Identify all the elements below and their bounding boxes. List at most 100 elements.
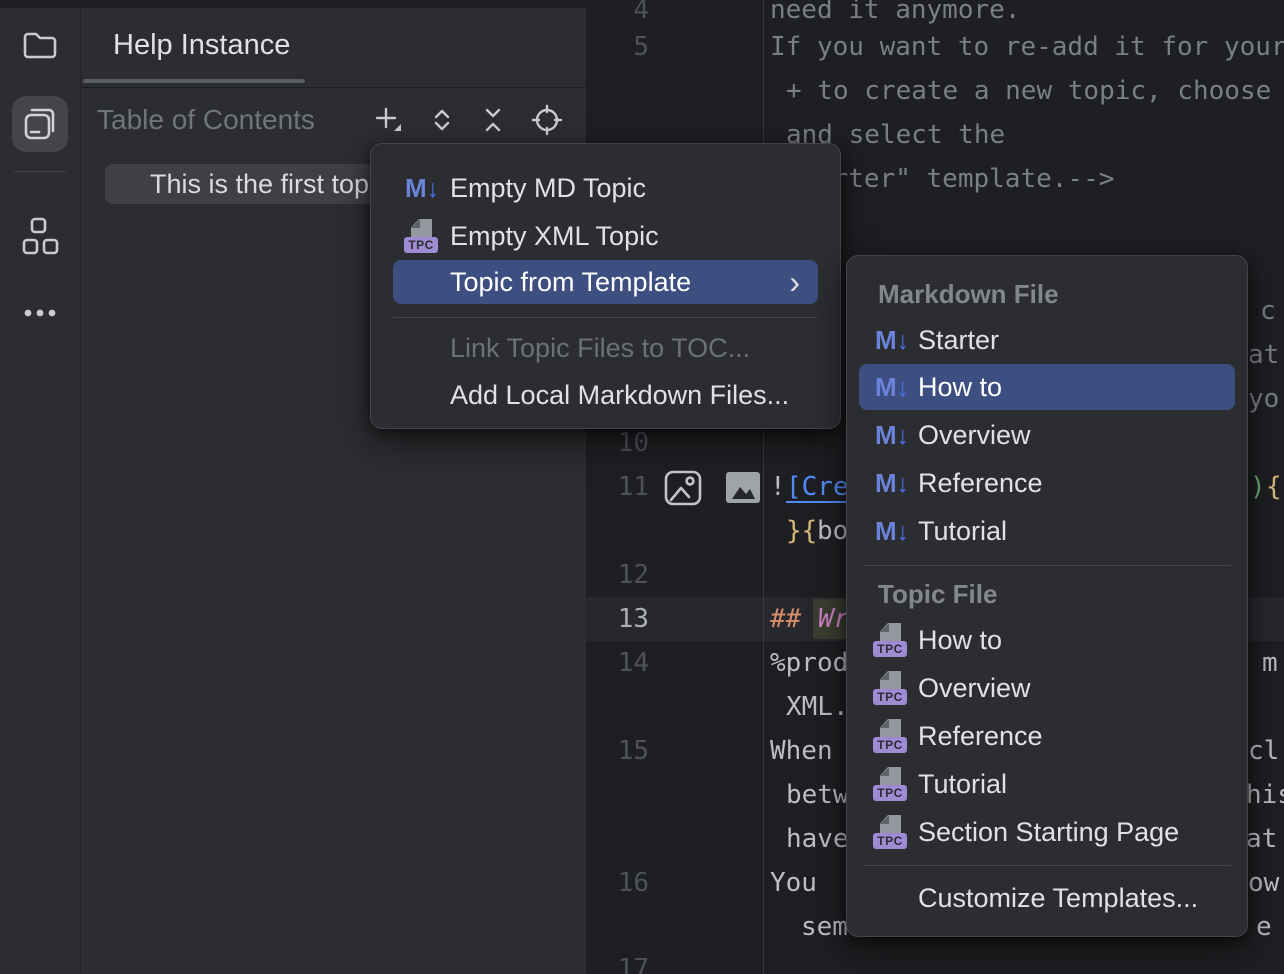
topic-file-icon: TPC — [873, 622, 907, 658]
menu-item-label: Topic from Template — [450, 260, 691, 304]
menu-separator — [393, 317, 818, 318]
submenu-item-label: Section Starting Page — [918, 809, 1179, 855]
submenu-item-label: Tutorial — [918, 508, 1007, 554]
tool-window-stripe — [0, 8, 80, 974]
markdown-file-icon: M↓ — [405, 164, 447, 217]
image-preview-icon[interactable] — [663, 469, 703, 507]
submenu-item-md-starter[interactable]: M↓ Starter — [847, 317, 1247, 363]
add-topic-button[interactable] — [372, 104, 404, 136]
code-segment: his — [1246, 773, 1284, 817]
panel-tab-help-instance[interactable]: Help Instance — [113, 29, 290, 62]
expand-all-icon — [426, 104, 458, 136]
menu-item-label: Empty MD Topic — [450, 164, 646, 212]
code-segment: at — [1246, 817, 1277, 861]
submenu-item-label: How to — [918, 364, 1002, 410]
submenu-item-topic-section-starting-page[interactable]: TPC Section Starting Page — [847, 809, 1247, 855]
code-segment: ow — [1248, 861, 1279, 905]
code-segment: m — [1262, 641, 1278, 685]
menu-item-topic-from-template[interactable]: Topic from Template › — [393, 260, 818, 304]
code-segment: %prod — [770, 641, 848, 685]
menu-item-empty-xml-topic[interactable]: TPC Empty XML Topic — [371, 212, 840, 260]
code-segment: cl — [1248, 729, 1279, 773]
code-segment: yo — [1248, 377, 1279, 421]
line-number: 16 — [586, 861, 649, 905]
menu-separator — [863, 565, 1231, 566]
code-segment: + to create a new topic, choose t — [786, 69, 1284, 113]
line-number: 17 — [586, 947, 649, 974]
line-number: 14 — [586, 641, 649, 685]
image-file-icon[interactable] — [726, 472, 760, 503]
line-number: 13 — [586, 597, 649, 641]
submenu-item-md-tutorial[interactable]: M↓ Tutorial — [847, 508, 1247, 554]
submenu-item-md-how-to[interactable]: M↓ How to — [859, 364, 1235, 410]
topic-template-submenu: Markdown File M↓ Starter M↓ How to M↓ Ov… — [846, 255, 1248, 937]
submenu-item-md-overview[interactable]: M↓ Overview — [847, 412, 1247, 458]
submenu-item-topic-reference[interactable]: TPC Reference — [847, 713, 1247, 759]
stripe-separator — [14, 171, 66, 172]
header-divider — [81, 87, 586, 88]
markdown-file-icon: M↓ — [875, 364, 917, 415]
topic-file-icon: TPC — [873, 718, 907, 754]
code-segment: c — [1260, 289, 1276, 333]
submenu-item-topic-tutorial[interactable]: TPC Tutorial — [847, 761, 1247, 807]
toc-item-label: This is the first top — [105, 164, 373, 204]
topic-file-icon: TPC — [873, 814, 907, 850]
code-segment: When — [770, 729, 833, 773]
more-tool-windows-button[interactable] — [12, 285, 68, 341]
line-number: 11 — [586, 465, 649, 509]
menu-item-label: Empty XML Topic — [450, 212, 659, 260]
submenu-item-customize-templates[interactable]: Customize Templates... — [847, 875, 1247, 921]
menu-item-add-local-markdown[interactable]: Add Local Markdown Files... — [371, 371, 840, 419]
line-number: 5 — [586, 25, 649, 69]
line-number: 12 — [586, 553, 649, 597]
submenu-item-topic-overview[interactable]: TPC Overview — [847, 665, 1247, 711]
submenu-item-topic-how-to[interactable]: TPC How to — [847, 617, 1247, 663]
code-segment: sem — [801, 905, 848, 949]
code-segment: ) — [1250, 465, 1266, 509]
code-segment: e — [1256, 905, 1272, 949]
code-segment: If you want to re-add it for your — [770, 25, 1284, 69]
collapse-all-button[interactable] — [477, 104, 509, 136]
code-segment: at — [1248, 333, 1279, 377]
code-segment: bo — [817, 509, 848, 553]
menu-item-empty-md-topic[interactable]: M↓ Empty MD Topic — [371, 164, 840, 212]
submenu-item-label: Reference — [918, 460, 1043, 506]
submenu-item-label: Overview — [918, 665, 1031, 711]
code-segment: Wr — [818, 597, 849, 641]
expand-all-button[interactable] — [426, 104, 458, 136]
markdown-file-icon: M↓ — [875, 460, 917, 511]
submenu-item-label: Reference — [918, 713, 1043, 759]
markdown-file-icon: M↓ — [875, 508, 917, 559]
menu-separator — [863, 865, 1231, 866]
active-tab-indicator — [83, 79, 305, 83]
code-segment: [Cre — [786, 465, 849, 509]
submenu-item-label: Starter — [918, 317, 999, 363]
ide-window: 4 need it anymore. 5 If you want to re-a… — [0, 0, 1284, 974]
topic-file-icon: TPC — [873, 766, 907, 802]
project-tool-button[interactable] — [12, 17, 68, 73]
code-segment: ## — [770, 597, 801, 641]
code-segment: ! — [770, 465, 786, 509]
code-segment: }{ — [786, 509, 817, 553]
structure-icon — [20, 216, 60, 256]
markdown-file-icon: M↓ — [875, 317, 917, 368]
submenu-item-label: Tutorial — [918, 761, 1007, 807]
toc-item-first-topic[interactable]: This is the first top — [105, 164, 373, 204]
add-icon — [372, 104, 404, 136]
locate-icon — [531, 104, 563, 136]
menu-item-label: Add Local Markdown Files... — [450, 371, 789, 419]
code-segment: have — [786, 817, 849, 861]
line-number: 15 — [586, 729, 649, 773]
submenu-item-label: Overview — [918, 412, 1031, 458]
submenu-section-header: Markdown File — [878, 271, 1059, 317]
menu-item-label: Link Topic Files to TOC... — [450, 325, 750, 371]
code-segment: XML. — [786, 685, 849, 729]
topics-tool-button[interactable] — [12, 96, 68, 152]
topics-icon — [20, 104, 60, 144]
topic-file-icon: TPC — [873, 670, 907, 706]
submenu-item-md-reference[interactable]: M↓ Reference — [847, 460, 1247, 506]
folder-icon — [20, 25, 60, 65]
locate-current-file-button[interactable] — [531, 104, 563, 136]
structure-tool-button[interactable] — [12, 208, 68, 264]
code-segment: betw — [786, 773, 849, 817]
